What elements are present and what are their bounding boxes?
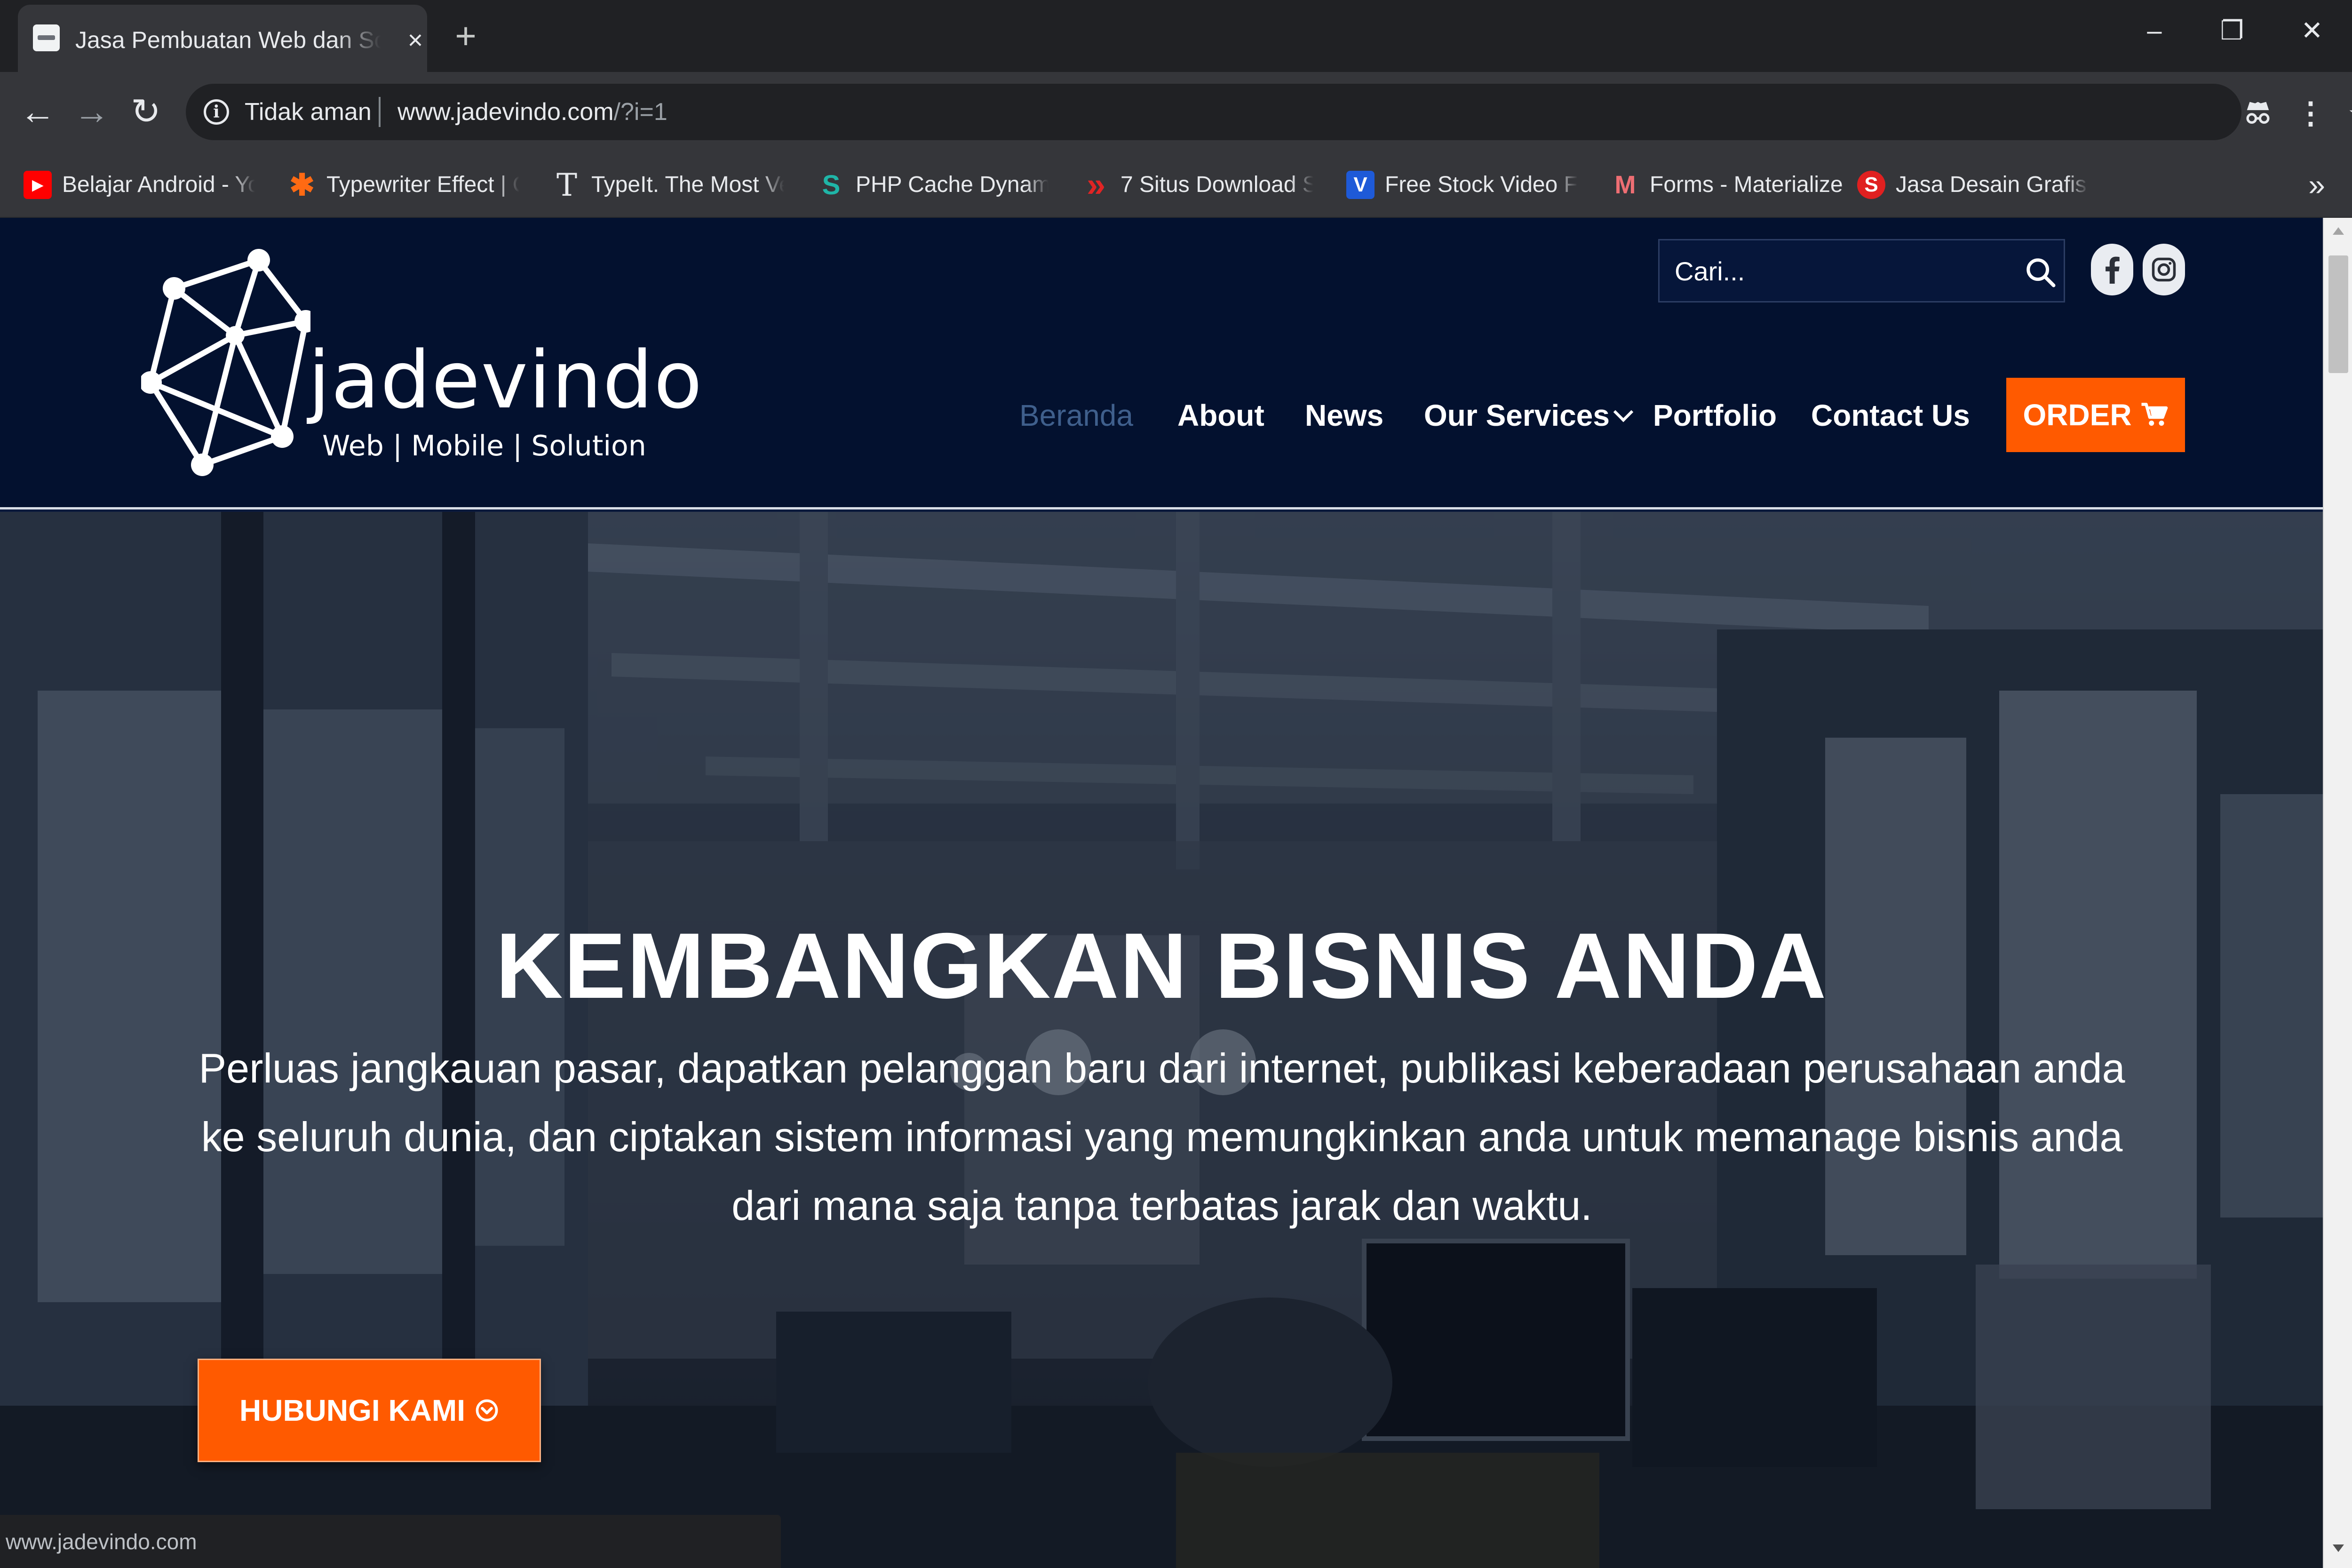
bookmark-item[interactable]: ✱ Typewriter Effect | CSS xyxy=(288,167,519,203)
nav-link-contact-us[interactable]: Contact Us xyxy=(1811,394,1970,437)
bookmark-label: TypeIt. The Most Versatile xyxy=(591,172,784,197)
swirl-icon: S xyxy=(822,169,841,200)
bookmarks-overflow-icon[interactable]: » xyxy=(2300,167,2333,203)
minimize-button[interactable]: – xyxy=(2131,12,2178,49)
url-path: /?i=1 xyxy=(613,98,667,126)
bookmark-label: Free Stock Video Footage xyxy=(1385,172,1578,197)
tab-title: Jasa Pembuatan Web dan Software xyxy=(75,27,381,53)
hero-title: KEMBANGKAN BISNIS ANDA xyxy=(495,914,1828,1018)
nav-link-portfolio[interactable]: Portfolio xyxy=(1653,394,1777,437)
status-bubble: www.jadevindo.com xyxy=(0,1515,781,1568)
status-url: www.jadevindo.com xyxy=(6,1529,197,1554)
hero-description: Perluas jangkauan pasar, dapatkan pelang… xyxy=(199,1045,2125,1229)
bookmark-item[interactable]: S Jasa Desain Grafis Berkualitas xyxy=(1857,167,2089,203)
search-input[interactable] xyxy=(1674,249,2003,294)
bookmark-label: Forms - Materialize xyxy=(1650,172,1843,197)
site-header: jadevindo Web | Mobile | Solution Berand… xyxy=(0,218,2323,509)
security-label[interactable]: Tidak aman xyxy=(245,96,372,128)
v-icon: V xyxy=(1346,171,1375,199)
restore-button[interactable]: ❐ xyxy=(2209,12,2256,49)
main-navigation: Beranda About News Our Services Portfoli… xyxy=(0,378,2323,453)
browser-menu-icon[interactable]: ⋮ xyxy=(2296,96,2326,129)
bookmark-item[interactable]: S PHP Cache Dynamic Pages xyxy=(817,167,1049,203)
new-tab-button[interactable]: + xyxy=(449,17,482,54)
bookmark-star-icon[interactable]: ☆ xyxy=(2345,97,2352,130)
instagram-icon[interactable] xyxy=(2143,244,2185,295)
typeit-icon: T xyxy=(556,167,578,203)
site-favicon-icon xyxy=(33,24,60,51)
shopping-cart-icon xyxy=(2141,403,2168,426)
contact-us-button[interactable]: HUBUNGI KAMI xyxy=(198,1359,541,1462)
info-icon[interactable]: i xyxy=(204,99,229,125)
bookmark-item[interactable]: » 7 Situs Download Stock xyxy=(1082,166,1313,204)
order-button[interactable]: ORDER xyxy=(2006,378,2185,452)
nav-link-our-services[interactable]: Our Services xyxy=(1424,394,1634,437)
search-icon[interactable] xyxy=(2024,256,2057,289)
bookmark-item[interactable]: T TypeIt. The Most Versatile xyxy=(553,167,784,203)
vertical-scrollbar[interactable] xyxy=(2323,218,2352,1568)
chevron-down-icon xyxy=(1613,402,1634,422)
bookmarks-bar: ▶ Belajar Android - YouTube ✱ Typewriter… xyxy=(0,152,2352,218)
bookmark-label: Typewriter Effect | CSS xyxy=(326,172,519,197)
nav-link-beranda[interactable]: Beranda xyxy=(1019,394,1133,437)
bookmark-label: Jasa Desain Grafis Berkualitas xyxy=(1896,172,2089,197)
bookmark-label: 7 Situs Download Stock xyxy=(1120,172,1313,197)
url-host: www.jadevindo.com xyxy=(397,98,614,126)
s-icon: S xyxy=(1857,171,1885,199)
url-text[interactable]: www.jadevindo.com/?i=1 xyxy=(397,96,667,128)
materialize-icon: M xyxy=(1614,171,1636,199)
back-button[interactable]: ← xyxy=(16,91,59,133)
scroll-thumb[interactable] xyxy=(2328,255,2348,373)
site-search xyxy=(1658,239,2065,302)
youtube-icon: ▶ xyxy=(24,171,52,199)
nav-link-about[interactable]: About xyxy=(1177,394,1264,437)
page-viewport: jadevindo Web | Mobile | Solution Berand… xyxy=(0,218,2323,1568)
nav-link-news[interactable]: News xyxy=(1305,394,1383,437)
browser-toolbar: ← → ↻ i Tidak aman www.jadevindo.com/?i=… xyxy=(0,72,2352,152)
browser-tab[interactable]: Jasa Pembuatan Web dan Software × xyxy=(18,5,427,72)
bookmark-item[interactable]: M Forms - Materialize xyxy=(1611,167,1875,203)
incognito-spy-icon[interactable] xyxy=(2239,96,2277,129)
bookmark-label: Belajar Android - YouTube xyxy=(62,172,255,197)
scroll-down-icon[interactable] xyxy=(2333,1544,2344,1552)
bookmark-item[interactable]: V Free Stock Video Footage xyxy=(1346,167,1578,203)
facebook-icon[interactable] xyxy=(2091,244,2133,295)
tab-close-icon[interactable]: × xyxy=(401,24,429,56)
nav-link-label: Our Services xyxy=(1424,398,1610,432)
chevrons-icon: » xyxy=(1086,166,1106,204)
hero-section: KEMBANGKAN BISNIS ANDA Perluas jangkauan… xyxy=(0,512,2323,1568)
bookmark-label: PHP Cache Dynamic Pages xyxy=(856,172,1049,197)
circle-arrow-icon xyxy=(476,1399,498,1422)
order-label: ORDER xyxy=(2023,398,2132,432)
reload-button[interactable]: ↻ xyxy=(125,91,167,133)
close-window-button[interactable]: ✕ xyxy=(2288,12,2336,49)
bookmark-item[interactable]: ▶ Belajar Android - YouTube xyxy=(24,167,255,203)
tab-strip: Jasa Pembuatan Web dan Software × + – ❐ … xyxy=(0,0,2352,72)
omnibox-divider xyxy=(379,97,381,127)
cta-label: HUBUNGI KAMI xyxy=(239,1393,465,1427)
address-bar[interactable]: i Tidak aman www.jadevindo.com/?i=1 ☆ xyxy=(186,84,2352,140)
forward-button[interactable]: → xyxy=(71,91,113,133)
codepen-star-icon: ✱ xyxy=(289,167,315,202)
scroll-up-icon[interactable] xyxy=(2333,227,2344,235)
